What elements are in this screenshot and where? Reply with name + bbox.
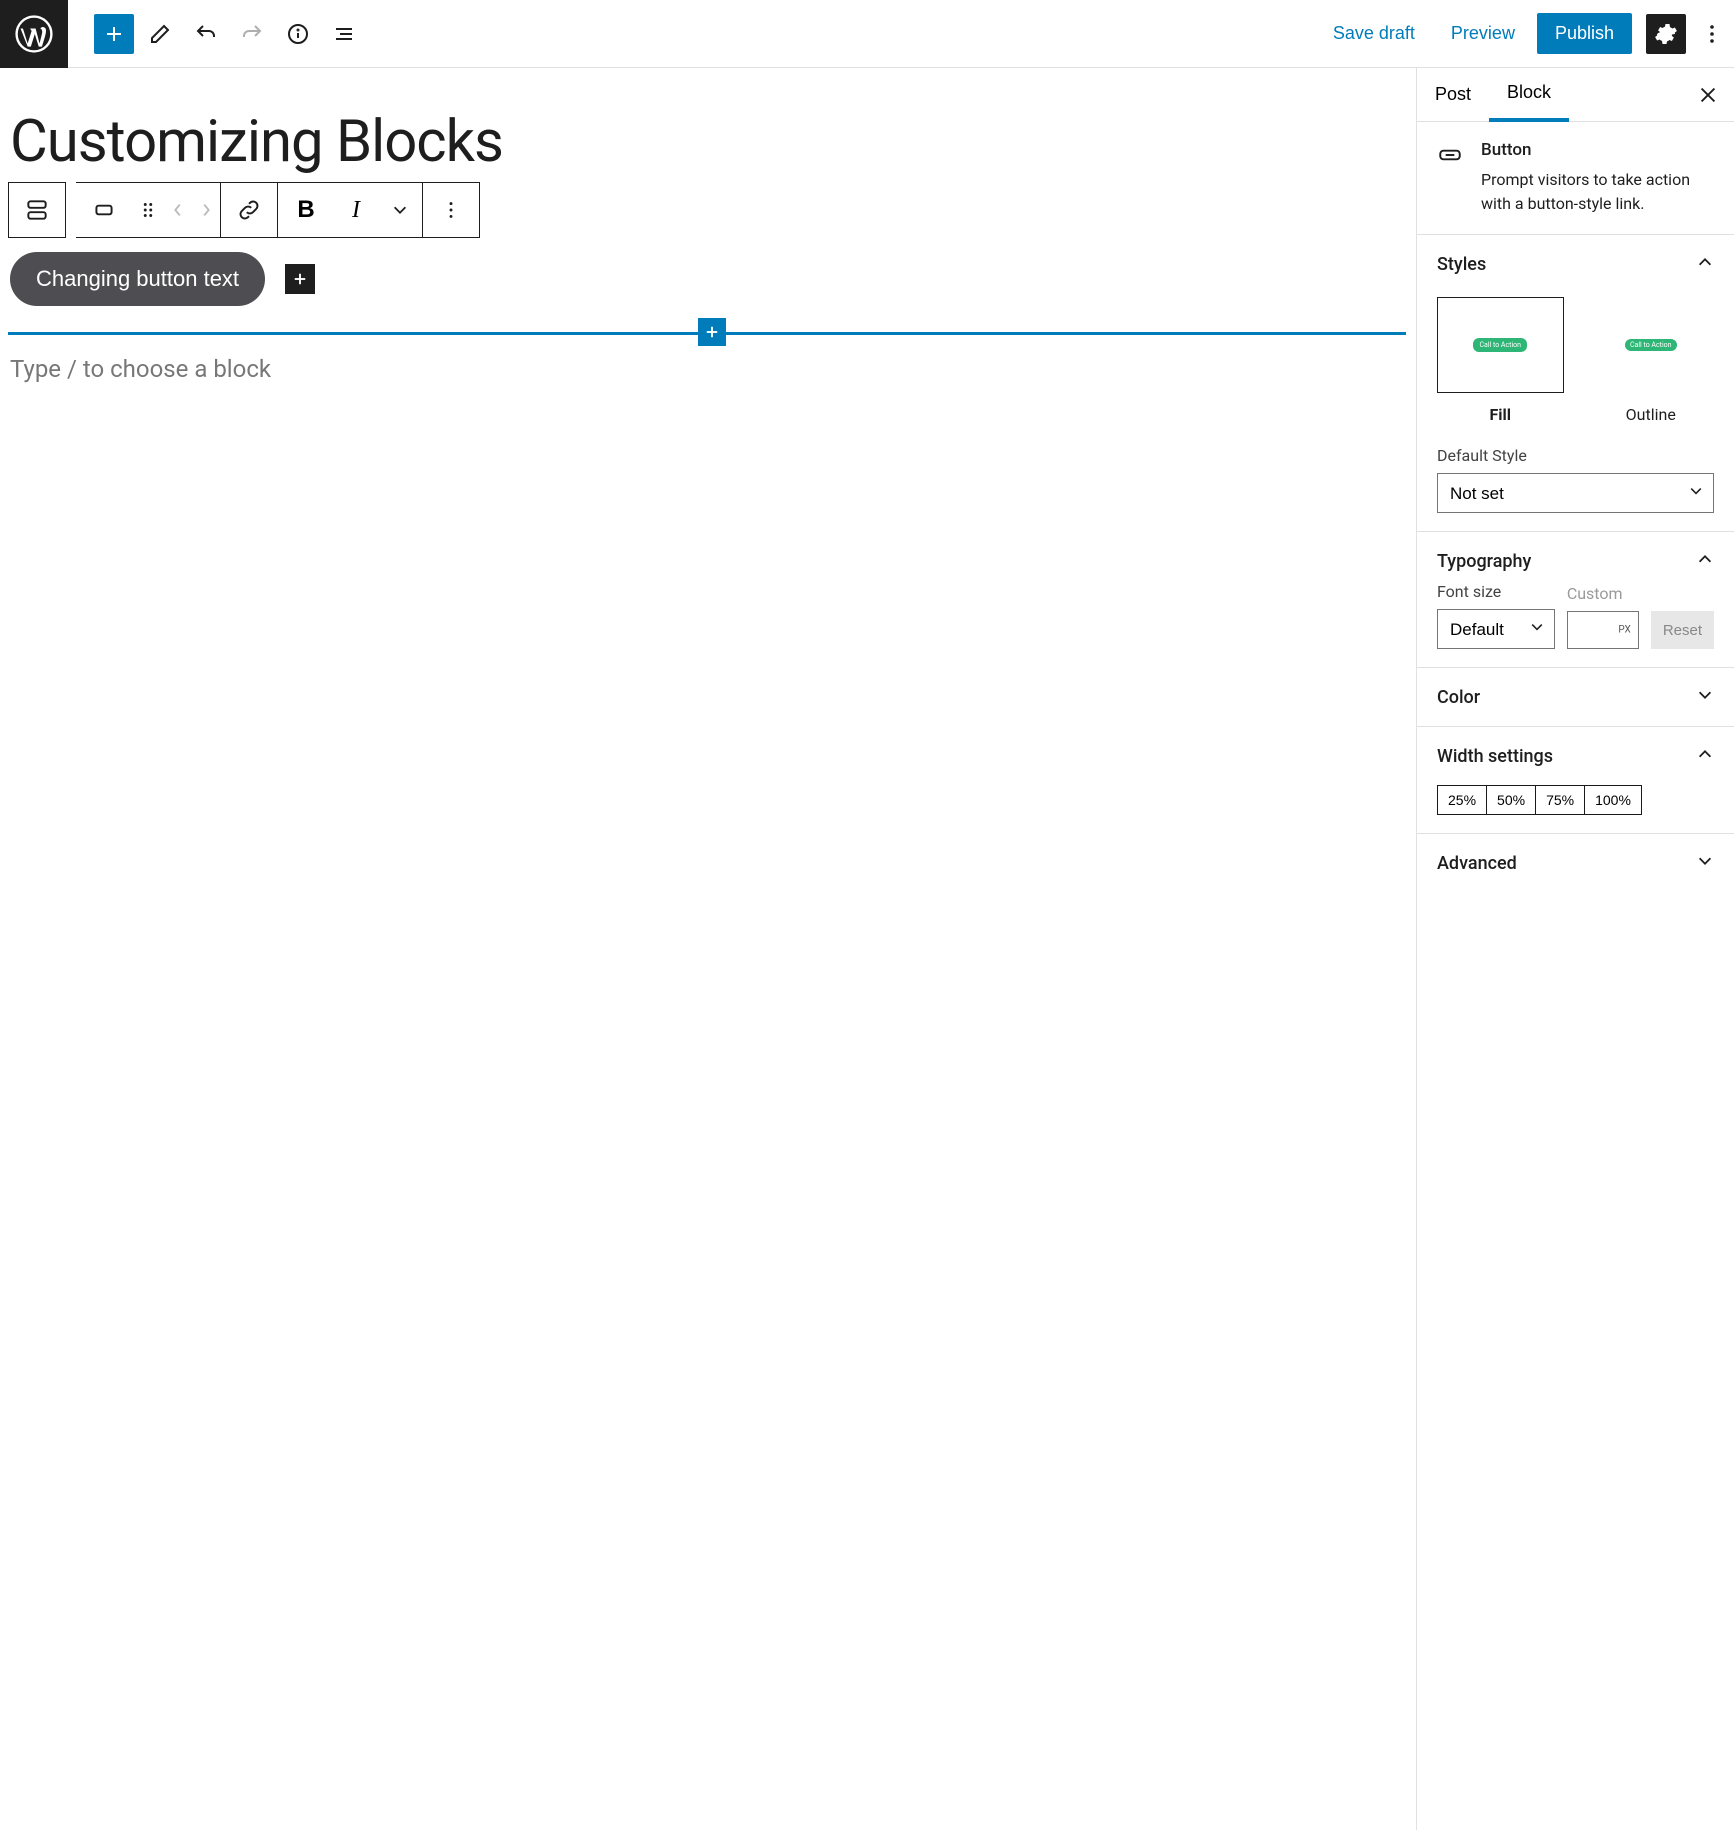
chevron-up-icon [1696,745,1714,767]
styles-panel: Styles Call to Action Fill Call to Actio… [1417,235,1734,532]
reset-font-size-button[interactable]: Reset [1651,611,1714,649]
undo-button[interactable] [186,14,226,54]
chevron-up-icon [1696,550,1714,572]
block-description: Prompt visitors to take action with a bu… [1481,168,1714,216]
font-size-label: Font size [1437,582,1555,601]
block-inserter-line [8,332,1416,335]
chevron-up-icon [1696,253,1714,275]
editor-canvas[interactable]: Customizing Blocks [0,68,1416,1830]
close-sidebar-button[interactable] [1688,75,1728,115]
link-button[interactable] [221,183,277,237]
sidebar-tabs: Post Block [1417,68,1734,122]
width-panel: Width settings 25% 50% 75% 100% [1417,727,1734,834]
tab-block[interactable]: Block [1489,68,1569,122]
more-formatting-button[interactable] [378,183,422,237]
style-fill[interactable]: Call to Action Fill [1437,297,1564,424]
width-75-button[interactable]: 75% [1536,785,1585,815]
color-panel-toggle[interactable]: Color [1437,686,1714,708]
add-block-button[interactable] [94,14,134,54]
page-title[interactable]: Customizing Blocks [10,108,1416,176]
info-button[interactable] [278,14,318,54]
width-50-button[interactable]: 50% [1487,785,1536,815]
more-options-button[interactable] [1700,14,1724,54]
typography-panel: Typography Font size Default [1417,532,1734,668]
settings-sidebar: Post Block Button Prompt visitors to tak… [1416,68,1734,1830]
move-up-button [164,183,192,237]
save-draft-button[interactable]: Save draft [1319,15,1429,52]
typography-panel-toggle[interactable]: Typography [1437,550,1714,572]
move-down-button [192,183,220,237]
advanced-panel-toggle[interactable]: Advanced [1437,852,1714,874]
edit-mode-button[interactable] [140,14,180,54]
block-name: Button [1481,140,1714,160]
px-unit-label: PX [1618,625,1630,636]
button-block-icon [1437,142,1463,172]
chevron-down-icon [1696,686,1714,708]
redo-button [232,14,272,54]
align-button[interactable] [76,183,132,237]
advanced-panel: Advanced [1417,834,1734,892]
font-size-select[interactable]: Default [1437,609,1555,649]
default-style-select[interactable]: Not set [1437,473,1714,513]
outline-button[interactable] [324,14,364,54]
block-inserter-button[interactable] [698,318,726,346]
italic-button[interactable]: I [334,183,378,237]
width-25-button[interactable]: 25% [1437,785,1487,815]
top-toolbar: Save draft Preview Publish [0,0,1734,68]
block-info-panel: Button Prompt visitors to take action wi… [1417,122,1734,235]
button-block[interactable]: Changing button text [10,252,265,306]
custom-size-label: Custom [1567,584,1639,603]
styles-panel-toggle[interactable]: Styles [1437,253,1714,275]
color-panel: Color [1417,668,1734,727]
width-panel-toggle[interactable]: Width settings [1437,745,1714,767]
drag-handle[interactable] [132,183,164,237]
tab-post[interactable]: Post [1417,68,1489,122]
block-placeholder[interactable]: Type / to choose a block [10,355,1416,383]
default-style-label: Default Style [1437,446,1714,465]
add-block-inline-button[interactable] [285,264,315,294]
chevron-down-icon [1696,852,1714,874]
publish-button[interactable]: Publish [1537,13,1632,54]
block-more-options-button[interactable] [423,183,479,237]
wordpress-logo[interactable] [0,0,68,68]
width-100-button[interactable]: 100% [1585,785,1642,815]
block-toolbar: B I [8,182,1416,238]
style-outline[interactable]: Call to Action Outline [1588,297,1715,424]
bold-button[interactable]: B [278,183,334,237]
settings-button[interactable] [1646,14,1686,54]
preview-button[interactable]: Preview [1437,15,1529,52]
block-type-button[interactable] [9,183,65,237]
